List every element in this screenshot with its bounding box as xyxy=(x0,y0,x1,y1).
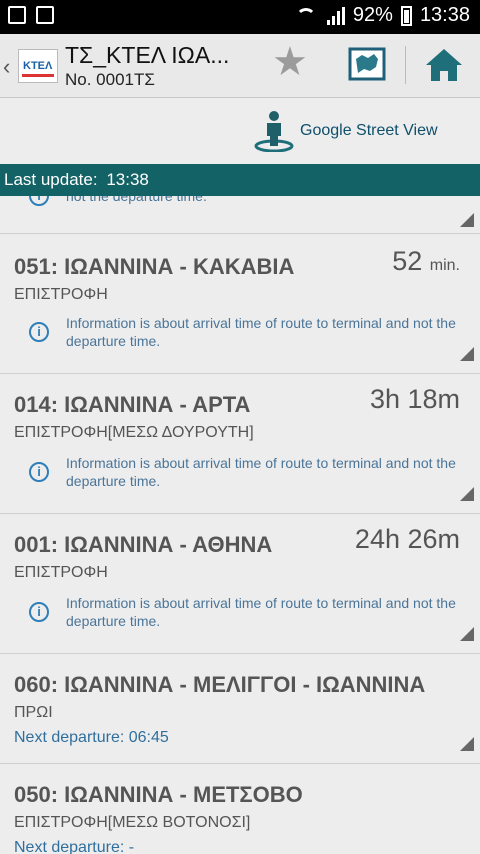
route-list[interactable]: i not the departure time. 051: ΙΩΑΝΝΙΝΑ … xyxy=(0,196,480,854)
corner-indicator-icon xyxy=(460,737,474,751)
info-text: Information is about arrival time of rou… xyxy=(66,595,456,629)
battery-icon xyxy=(400,5,412,26)
info-icon: i xyxy=(29,462,49,482)
street-view-label: Google Street View xyxy=(300,122,438,139)
corner-indicator-icon xyxy=(460,347,474,361)
info-icon: i xyxy=(29,322,49,342)
map-icon[interactable] xyxy=(348,47,386,81)
route-variant: ΕΠΙΣΤΡΟΦΗ[ΜΕΣΩ ΔΟΥΡΟΥΤΗ] xyxy=(14,424,254,441)
page-title: ΤΣ_ΚΤΕΛ ΙΩΑ... xyxy=(65,42,230,68)
info-icon: i xyxy=(29,602,49,622)
list-item[interactable]: i not the departure time. xyxy=(0,196,480,234)
corner-indicator-icon xyxy=(460,487,474,501)
favorite-star-icon[interactable]: ★ xyxy=(272,42,308,82)
info-text: Information is about arrival time of rou… xyxy=(66,455,456,489)
route-eta: 24h 26m xyxy=(354,524,460,554)
last-update-bar: Last update: 13:38 xyxy=(0,164,480,196)
route-variant: ΕΠΙΣΤΡΟΦΗ[ΜΕΣΩ ΒΟΤΟΝΟΣΙ] xyxy=(14,814,251,831)
signal-icon xyxy=(325,6,345,26)
route-title: 014: ΙΩΑΝΝΙΝΑ - ΑΡΤΑ xyxy=(14,392,251,417)
wifi-icon xyxy=(295,6,317,26)
route-eta: 52 min. xyxy=(392,246,460,276)
status-time: 13:38 xyxy=(419,4,470,26)
route-variant: ΕΠΙΣΤΡΟΦΗ xyxy=(14,564,108,581)
logo-text: KTEΛ xyxy=(23,60,53,72)
street-view-button[interactable]: Google Street View xyxy=(0,98,480,164)
image-notification-icon xyxy=(36,6,54,24)
route-eta: 3h 18m xyxy=(369,384,460,414)
route-variant: ΠΡΩΙ xyxy=(14,704,53,721)
list-item[interactable]: 060: ΙΩΑΝΝΙΝΑ - ΜΕΛΙΓΓΟΙ - ΙΩΑΝΝΙΝΑ ΠΡΩΙ… xyxy=(0,654,480,764)
status-bar: 92% 13:38 xyxy=(0,0,480,34)
street-view-person-icon xyxy=(252,108,296,153)
next-departure: Next departure: 06:45 xyxy=(14,729,169,746)
app-bar: ‹ KTEΛ ΤΣ_ΚΤΕΛ ΙΩΑ... No. 0001ΤΣ ★ xyxy=(0,34,480,98)
info-text: Information is about arrival time of rou… xyxy=(66,315,456,349)
next-departure: Next departure: - xyxy=(14,839,135,854)
route-title: 001: ΙΩΑΝΝΙΝΑ - ΑΘΗΝΑ xyxy=(14,532,273,557)
route-title: 050: ΙΩΑΝΝΙΝΑ - ΜΕΤΣΟΒΟ xyxy=(14,782,303,807)
corner-indicator-icon xyxy=(460,627,474,641)
last-update-time: 13:38 xyxy=(106,170,149,189)
route-title: 060: ΙΩΑΝΝΙΝΑ - ΜΕΛΙΓΓΟΙ - ΙΩΑΝΝΙΝΑ xyxy=(14,672,426,697)
list-item[interactable]: 001: ΙΩΑΝΝΙΝΑ - ΑΘΗΝΑ 24h 26m ΕΠΙΣΤΡΟΦΗ … xyxy=(0,514,480,654)
stop-number: No. 0001ΤΣ xyxy=(65,70,155,89)
corner-indicator-icon xyxy=(460,213,474,227)
list-item[interactable]: 051: ΙΩΑΝΝΙΝΑ - ΚΑΚΑΒΙΑ 52 min. ΕΠΙΣΤΡΟΦ… xyxy=(0,234,480,374)
battery-percent: 92% xyxy=(352,4,393,26)
list-item[interactable]: 014: ΙΩΑΝΝΙΝΑ - ΑΡΤΑ 3h 18m ΕΠΙΣΤΡΟΦΗ[ΜΕ… xyxy=(0,374,480,514)
ktel-logo[interactable]: KTEΛ xyxy=(18,49,58,83)
home-icon[interactable] xyxy=(424,46,464,84)
route-title: 051: ΙΩΑΝΝΙΝΑ - ΚΑΚΑΒΙΑ xyxy=(14,254,295,279)
info-icon: i xyxy=(29,196,49,206)
route-variant: ΕΠΙΣΤΡΟΦΗ xyxy=(14,286,108,303)
back-chevron-icon[interactable]: ‹ xyxy=(3,54,10,80)
last-update-label: Last update: xyxy=(4,170,98,189)
list-item[interactable]: 050: ΙΩΑΝΝΙΝΑ - ΜΕΤΣΟΒΟ ΕΠΙΣΤΡΟΦΗ[ΜΕΣΩ Β… xyxy=(0,764,480,854)
notification-icon xyxy=(8,6,26,24)
info-text: not the departure time. xyxy=(66,196,207,204)
